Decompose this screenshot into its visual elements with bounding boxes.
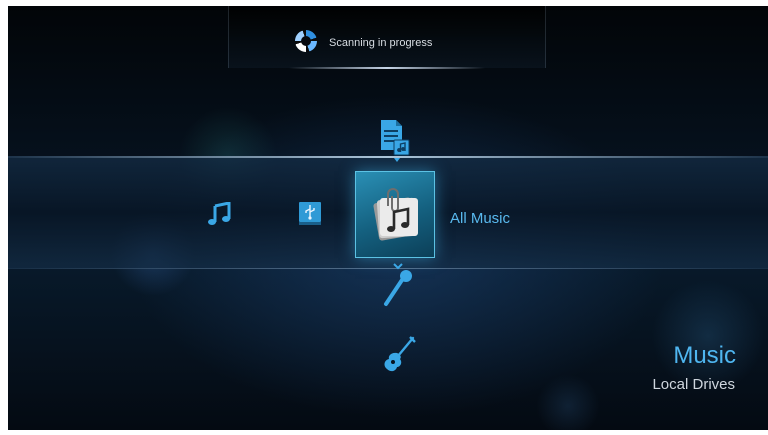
music-document-icon	[381, 120, 410, 162]
guitar-icon	[384, 336, 416, 372]
menu-item-playlist[interactable]	[378, 118, 414, 164]
music-note-icon	[208, 202, 231, 225]
section-title: Music	[673, 342, 736, 369]
menu-item-music-note[interactable]	[207, 202, 233, 226]
selected-item-label: All Music	[450, 210, 511, 227]
menu-item-usb-drive[interactable]	[297, 200, 323, 226]
music-folder-icon	[373, 188, 418, 241]
selected-menu-tile[interactable]	[355, 171, 435, 258]
menu-item-genre[interactable]	[381, 336, 417, 374]
section-subtitle: Local Drives	[652, 376, 735, 393]
loading-spinner-icon	[295, 30, 317, 52]
media-player-screen: Scanning in progress All Music Music Loc…	[8, 6, 768, 430]
microphone-icon	[384, 263, 412, 306]
menu-item-artist[interactable]	[380, 262, 414, 308]
scanning-status-bar: Scanning in progress	[228, 6, 546, 69]
status-text: Scanning in progress	[329, 37, 433, 49]
usb-drive-icon	[299, 202, 321, 225]
